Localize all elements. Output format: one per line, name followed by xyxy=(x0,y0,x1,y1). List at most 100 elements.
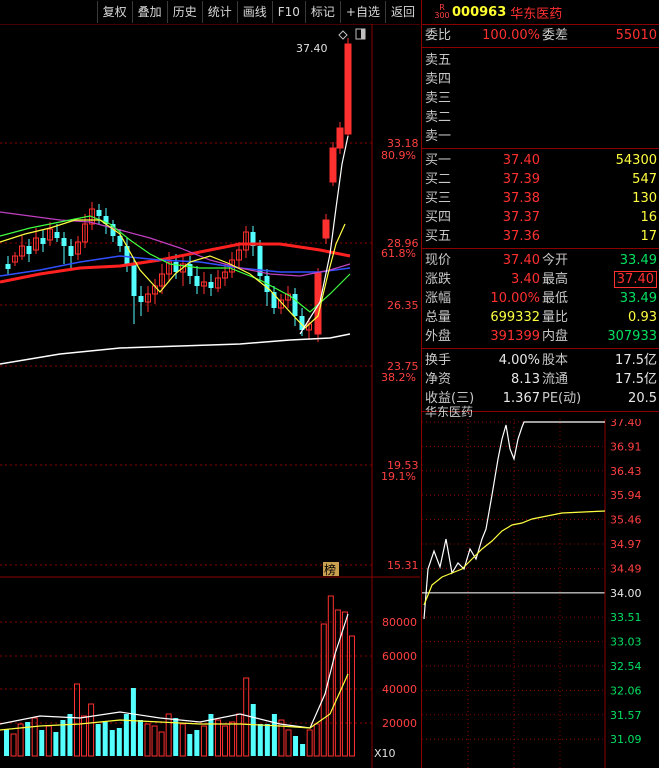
kline-chart[interactable]: 33.1880.9%28.9661.8%26.3523.7538.2%19.53… xyxy=(0,24,420,768)
market-badge: R 300 xyxy=(434,3,450,20)
sell-row[interactable]: 卖五 xyxy=(422,51,659,70)
candle xyxy=(138,286,144,316)
price-tick: 15.31 xyxy=(387,559,419,572)
intraday-tick: 32.54 xyxy=(610,660,642,673)
volume-tick: 40000 xyxy=(382,683,417,696)
stock-code[interactable]: 000963 xyxy=(452,5,506,20)
intraday-tick: 31.09 xyxy=(610,733,642,746)
candle xyxy=(61,232,67,264)
candles xyxy=(5,38,352,342)
top-price-label: 37.40 xyxy=(296,42,328,55)
volume-bar xyxy=(67,714,73,756)
overlay-button[interactable]: 叠加 xyxy=(131,1,167,23)
fund-row: 净资 8.13 流通 17.5亿 xyxy=(425,372,657,387)
volume-bar xyxy=(257,724,263,756)
avg-price-line xyxy=(423,510,606,606)
candle xyxy=(19,236,25,260)
back-button[interactable]: 返回 xyxy=(384,1,420,23)
mini-chart-title: 华东医药 xyxy=(425,405,474,419)
volume-bar xyxy=(88,703,95,757)
stock-header: R 300 000963 华东医药 xyxy=(422,0,659,25)
candle xyxy=(322,214,330,244)
draw-line-button[interactable]: 画线 xyxy=(236,1,272,23)
stats-button[interactable]: 统计 xyxy=(201,1,237,23)
sell-row[interactable]: 卖一 xyxy=(422,127,659,146)
volume-bar xyxy=(102,722,108,756)
price-tick: 26.35 xyxy=(387,299,419,312)
sell-row[interactable]: 卖二 xyxy=(422,108,659,127)
buy-row[interactable]: 买五 37.36 17 xyxy=(422,227,659,246)
f10-button[interactable]: F10 xyxy=(271,1,305,23)
volume-bar xyxy=(313,723,320,757)
volume-bar xyxy=(173,718,179,756)
volume-bar xyxy=(264,724,270,756)
volume-bar xyxy=(243,677,250,757)
quote-row: 现价 37.40 今开 33.49 xyxy=(425,253,657,268)
diamond-icon[interactable] xyxy=(338,30,348,40)
volume-bar xyxy=(53,732,59,756)
quote-panel: R 300 000963 华东医药 委比 100.00% 委差 55010 卖五 … xyxy=(421,0,659,768)
candle xyxy=(271,286,277,314)
volume-bar xyxy=(31,717,38,757)
add-watchlist-button[interactable]: +自选 xyxy=(339,1,385,23)
intraday-axis: 37.40 36.91 36.43 35.94 35.46 34.97 34.49 34.00… xyxy=(610,419,642,746)
volume-bar xyxy=(165,713,172,757)
buy-row[interactable]: 买二 37.39 547 xyxy=(422,170,659,189)
volume-bar xyxy=(10,733,17,757)
candle xyxy=(292,288,298,326)
toolbar: 复权 叠加 历史 统计 画线 F10 标记 +自选 返回 xyxy=(0,0,420,24)
volume-bar xyxy=(4,729,9,756)
volume-bar xyxy=(130,688,136,756)
candle xyxy=(131,258,137,324)
candle xyxy=(145,286,151,312)
history-button[interactable]: 历史 xyxy=(166,1,202,23)
quote-row: 外盘 391399 内盘 307933 xyxy=(425,329,657,344)
fuquan-button[interactable]: 复权 xyxy=(96,1,132,23)
volume-multiplier: X10 xyxy=(374,747,396,760)
rank-badge[interactable]: 榜 xyxy=(323,562,339,577)
volume-bar xyxy=(137,720,143,756)
intraday-tick: 32.06 xyxy=(610,684,642,697)
window-icon[interactable] xyxy=(355,28,366,40)
buy-row[interactable]: 买三 37.38 130 xyxy=(422,189,659,208)
intraday-tick: 33.03 xyxy=(610,636,642,649)
buy-row[interactable]: 买一 37.40 54300 xyxy=(422,151,659,170)
volume-bar xyxy=(334,609,341,757)
fund-row: 换手 4.00% 股本 17.5亿 xyxy=(425,353,657,368)
volume-bar xyxy=(229,721,236,757)
stock-name[interactable]: 华东医药 xyxy=(510,3,562,22)
intraday-tick: 34.97 xyxy=(610,538,642,551)
candle xyxy=(75,236,81,260)
volume-bar xyxy=(45,725,52,757)
buy-book: 买一 37.40 54300 买二 37.39 547 买三 37.38 130 买四 37.… xyxy=(422,149,659,249)
quote-row: 涨跌 3.40 最高 37.40 xyxy=(422,270,659,289)
mark-button[interactable]: 标记 xyxy=(304,1,340,23)
candle xyxy=(5,256,11,274)
candle xyxy=(152,279,158,304)
candle xyxy=(201,272,207,294)
volume-bar xyxy=(306,729,313,757)
candle xyxy=(344,38,352,136)
sell-row[interactable]: 卖四 xyxy=(422,70,659,89)
price-axis: 33.1880.9%28.9661.8%26.3523.7538.2%19.53… xyxy=(381,137,419,572)
volume-bar xyxy=(74,683,80,757)
vol-ma-white xyxy=(0,613,349,729)
sell-row[interactable]: 卖三 xyxy=(422,89,659,108)
candle xyxy=(250,226,256,256)
candle xyxy=(12,252,18,266)
sell-book: 卖五 卖四 卖三 卖二 卖一 xyxy=(422,48,659,149)
intraday-chart[interactable]: 37.40 36.91 36.43 35.94 35.46 34.97 34.49 34.00… xyxy=(422,419,659,768)
volume-tick: 60000 xyxy=(382,650,417,663)
volume-bar xyxy=(236,713,243,757)
volume-bar xyxy=(348,635,355,757)
intraday-tick: 31.57 xyxy=(610,709,642,722)
volume-bar xyxy=(200,725,207,757)
candle xyxy=(40,230,46,252)
intraday-tick: 34.49 xyxy=(610,562,642,575)
volume-bar xyxy=(215,719,221,757)
intraday-tick: 36.43 xyxy=(610,465,642,478)
candle xyxy=(26,239,32,262)
pct-tick: 61.8% xyxy=(381,247,416,260)
buy-row[interactable]: 买四 37.37 16 xyxy=(422,208,659,227)
quote-block: 现价 37.40 今开 33.49 涨跌 3.40 最高 37.40 涨幅 10.0… xyxy=(422,249,659,349)
